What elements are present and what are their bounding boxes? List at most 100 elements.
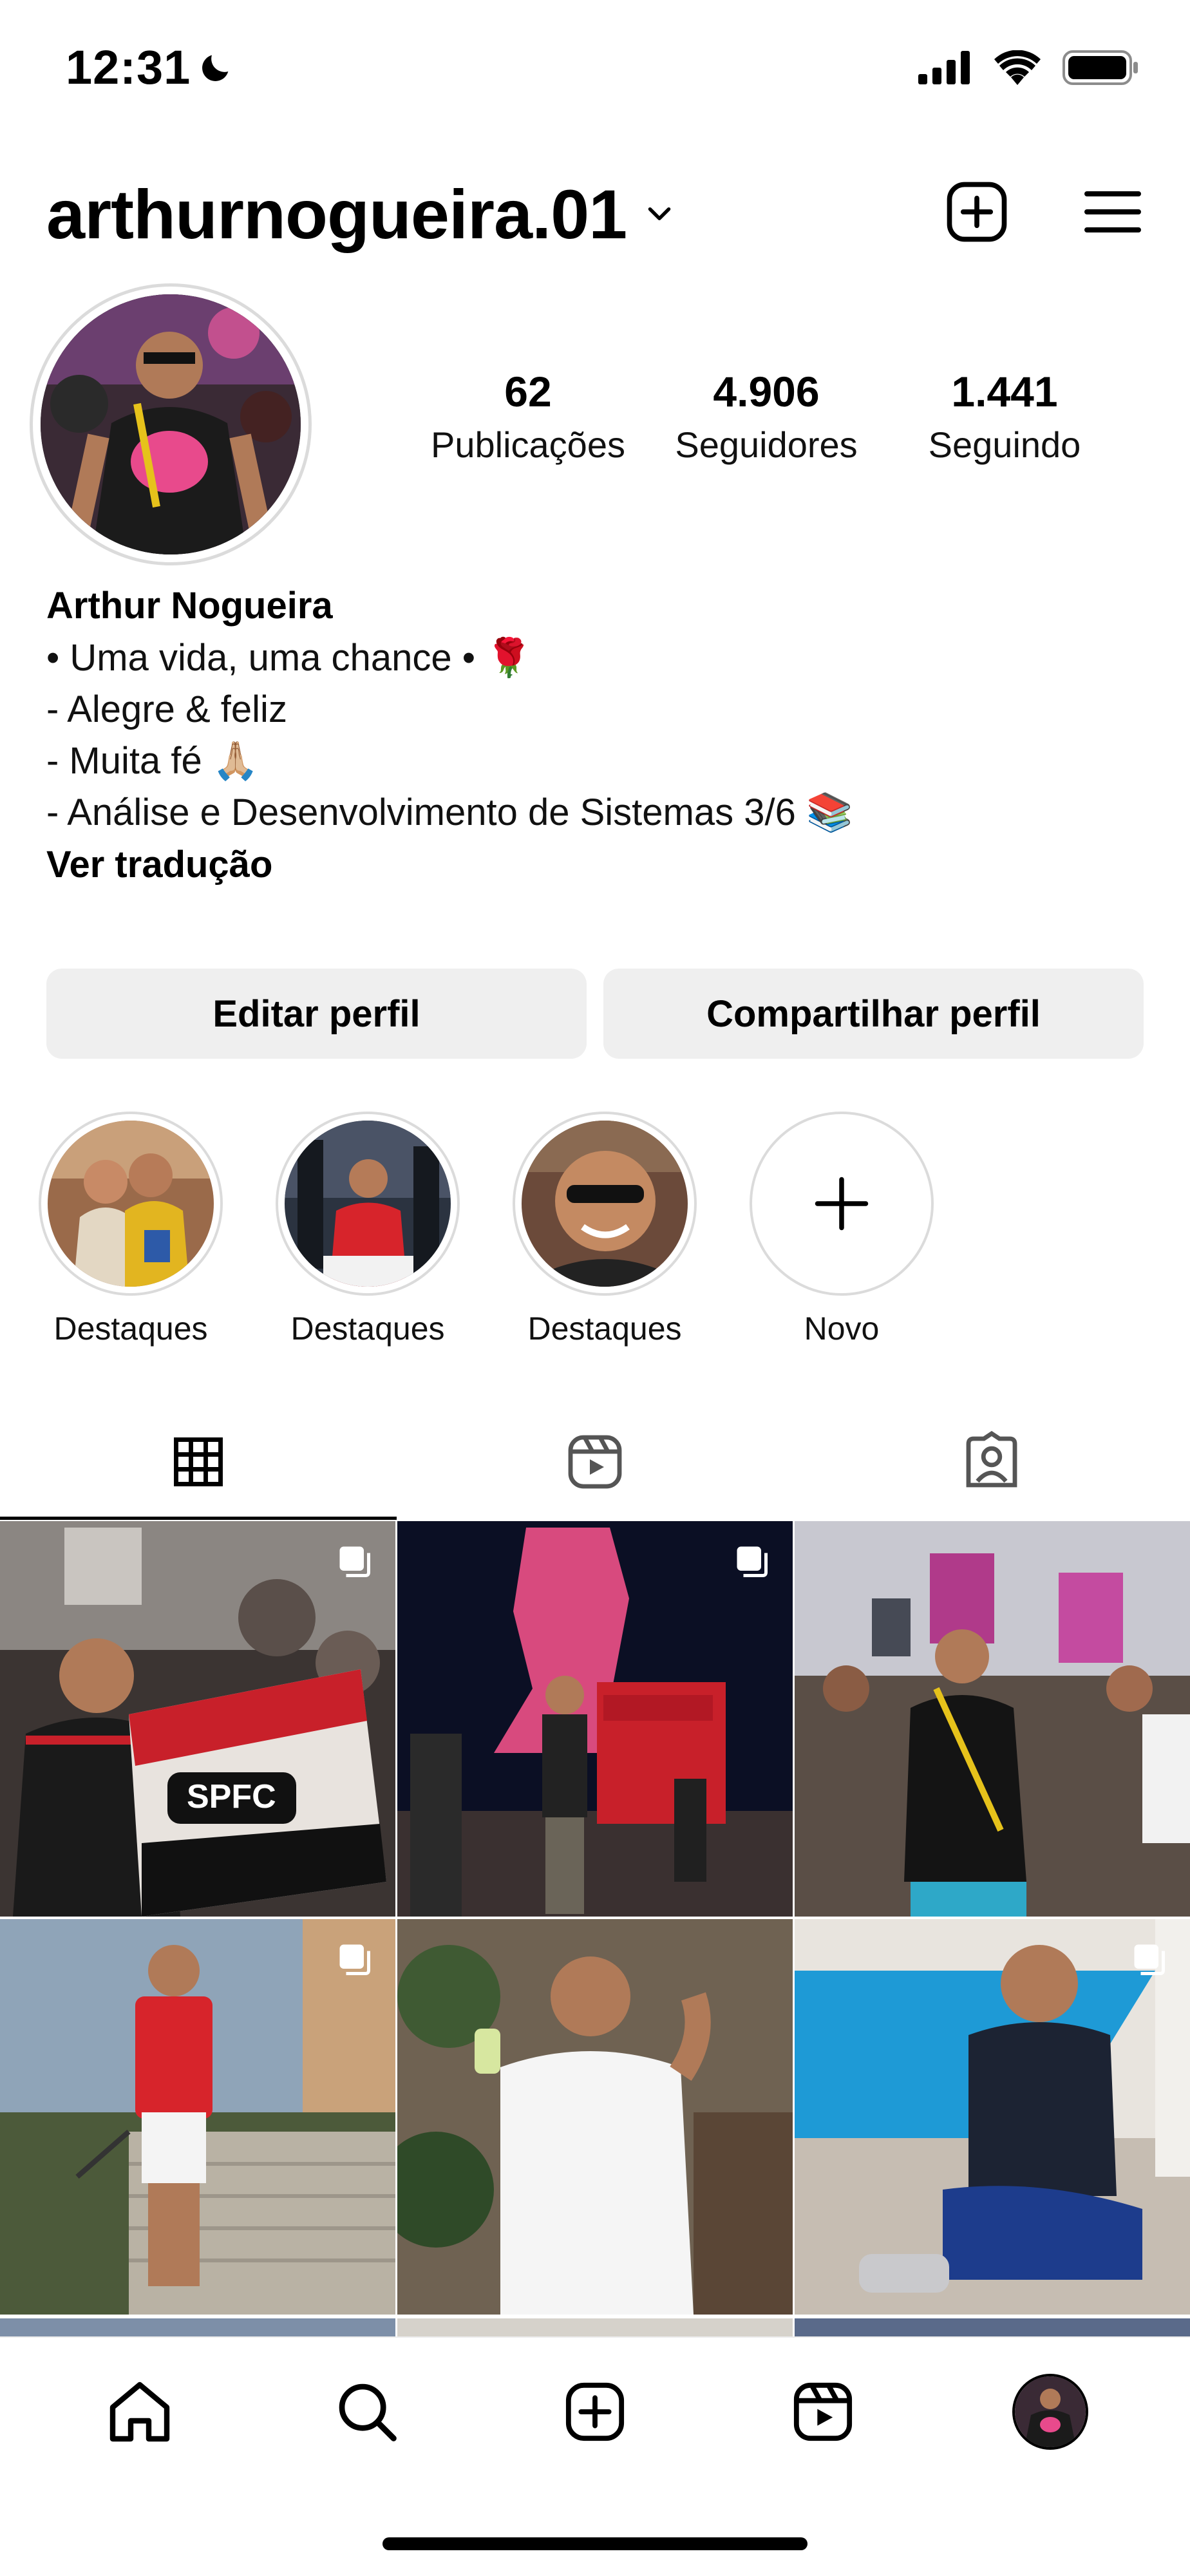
profile-avatar[interactable]	[41, 294, 301, 554]
home-indicator[interactable]	[382, 2537, 808, 2550]
avatar-photo-small	[1015, 2376, 1086, 2447]
tab-posts[interactable]	[0, 1404, 397, 1520]
posts-grid: SPFC	[0, 1521, 1190, 2315]
tagged-icon[interactable]	[961, 1431, 1023, 1493]
new-highlight-label: Novo	[804, 1311, 880, 1347]
battery-icon	[1062, 50, 1138, 85]
highlight-ring[interactable]	[39, 1112, 223, 1296]
carousel-icon	[737, 1546, 768, 1577]
highlight-photo	[285, 1121, 451, 1287]
grid-next-row	[0, 2318, 1190, 2336]
profile-avatar-ring[interactable]	[30, 283, 312, 565]
followers-count: 4.906	[713, 368, 820, 415]
post-photo	[0, 1919, 395, 2315]
carousel-icon	[339, 1944, 370, 1975]
nav-profile[interactable]	[1008, 2370, 1092, 2454]
wifi-icon	[994, 50, 1041, 85]
reels-icon[interactable]	[564, 1431, 626, 1493]
header-actions	[944, 179, 1144, 245]
following-count: 1.441	[951, 368, 1058, 415]
post-thumbnail[interactable]: SPFC	[0, 1521, 395, 1917]
create-post-icon[interactable]	[944, 179, 1010, 245]
nav-search[interactable]	[325, 2370, 409, 2454]
reels-icon[interactable]	[789, 2378, 856, 2445]
new-highlight-ring[interactable]	[750, 1112, 934, 1296]
post-thumbnail[interactable]	[795, 1521, 1190, 1917]
post-thumbnail-partial[interactable]	[0, 2318, 395, 2336]
post-thumbnail[interactable]	[397, 1919, 793, 2315]
following-label: Seguindo	[928, 424, 1081, 465]
account-switcher[interactable]: arthurnogueira.01	[46, 174, 675, 254]
status-icons	[918, 50, 1138, 85]
bio-line: - Muita fé 🙏🏼	[46, 740, 260, 782]
carousel-icon	[1134, 1944, 1165, 1975]
post-photo	[397, 1521, 793, 1917]
clock-text: 12:31	[66, 41, 191, 94]
highlight-item[interactable]: Destaques	[513, 1112, 697, 1347]
stat-posts[interactable]: 62 Publicações	[412, 367, 644, 466]
post-thumbnail-partial[interactable]	[397, 2318, 793, 2336]
profile-bio: Arthur Nogueira • Uma vida, uma chance •…	[46, 580, 1141, 891]
post-photo	[795, 1521, 1190, 1917]
search-icon[interactable]	[332, 2376, 402, 2447]
moon-icon	[202, 55, 229, 81]
post-thumbnail[interactable]	[0, 1919, 395, 2315]
username[interactable]: arthurnogueira.01	[46, 174, 627, 254]
bio-line: • Uma vida, uma chance • 🌹	[46, 637, 533, 679]
followers-label: Seguidores	[675, 424, 858, 465]
create-icon[interactable]	[562, 2378, 628, 2445]
highlight-ring[interactable]	[276, 1112, 460, 1296]
profile-tabs	[0, 1404, 1190, 1520]
nav-home[interactable]	[98, 2370, 182, 2454]
menu-icon[interactable]	[1082, 181, 1144, 243]
profile-actions: Editar perfil Compartilhar perfil	[46, 969, 1144, 1059]
profile-header: arthurnogueira.01	[0, 155, 1190, 270]
status-time: 12:31	[66, 40, 234, 95]
avatar-photo	[41, 294, 301, 554]
tab-reels[interactable]	[397, 1404, 793, 1520]
post-thumbnail[interactable]	[397, 1521, 793, 1917]
highlight-item[interactable]: Destaques	[276, 1112, 460, 1347]
chevron-down-icon[interactable]	[643, 198, 675, 231]
share-profile-button[interactable]: Compartilhar perfil	[603, 969, 1144, 1059]
stat-followers[interactable]: 4.906 Seguidores	[650, 367, 882, 466]
post-photo	[397, 1919, 793, 2315]
display-name: Arthur Nogueira	[46, 585, 333, 627]
nav-create[interactable]	[553, 2370, 637, 2454]
highlight-photo	[522, 1121, 688, 1287]
stat-following[interactable]: 1.441 Seguindo	[889, 367, 1120, 466]
posts-grid-icon[interactable]	[169, 1432, 228, 1492]
highlight-photo	[48, 1121, 214, 1287]
post-thumbnail-partial[interactable]	[795, 2318, 1190, 2336]
highlight-cover[interactable]	[285, 1121, 451, 1287]
highlight-label: Destaques	[53, 1311, 208, 1347]
status-bar: 12:31	[0, 0, 1190, 142]
plus-icon[interactable]	[809, 1171, 874, 1236]
edit-profile-button[interactable]: Editar perfil	[46, 969, 587, 1059]
tab-tagged[interactable]	[793, 1404, 1190, 1520]
home-icon[interactable]	[104, 2376, 176, 2448]
bio-line: - Alegre & feliz	[46, 688, 287, 730]
highlight-cover[interactable]	[522, 1121, 688, 1287]
post-thumbnail[interactable]	[795, 1919, 1190, 2315]
cellular-signal-icon	[918, 51, 970, 84]
highlight-cover[interactable]	[48, 1121, 214, 1287]
svg-text:SPFC: SPFC	[187, 1778, 276, 1815]
highlight-label: Destaques	[527, 1311, 682, 1347]
post-photo	[795, 1919, 1190, 2315]
posts-label: Publicações	[431, 424, 625, 465]
bio-line: - Análise e Desenvolvimento de Sistemas …	[46, 791, 853, 833]
highlight-ring[interactable]	[513, 1112, 697, 1296]
posts-count: 62	[504, 368, 552, 415]
nav-reels[interactable]	[781, 2370, 865, 2454]
highlight-item[interactable]: Destaques	[39, 1112, 223, 1347]
carousel-icon	[339, 1546, 370, 1577]
post-photo: SPFC	[0, 1521, 395, 1917]
profile-stats: 62 Publicações 4.906 Seguidores 1.441 Se…	[412, 367, 1120, 466]
bottom-navigation	[0, 2336, 1190, 2576]
highlight-label: Destaques	[290, 1311, 445, 1347]
see-translation-link[interactable]: Ver tradução	[46, 838, 1141, 891]
profile-avatar[interactable]	[1012, 2374, 1089, 2450]
new-highlight[interactable]: Novo	[750, 1112, 934, 1347]
story-highlights: Destaques Destaques Destaques Novo	[39, 1112, 934, 1347]
